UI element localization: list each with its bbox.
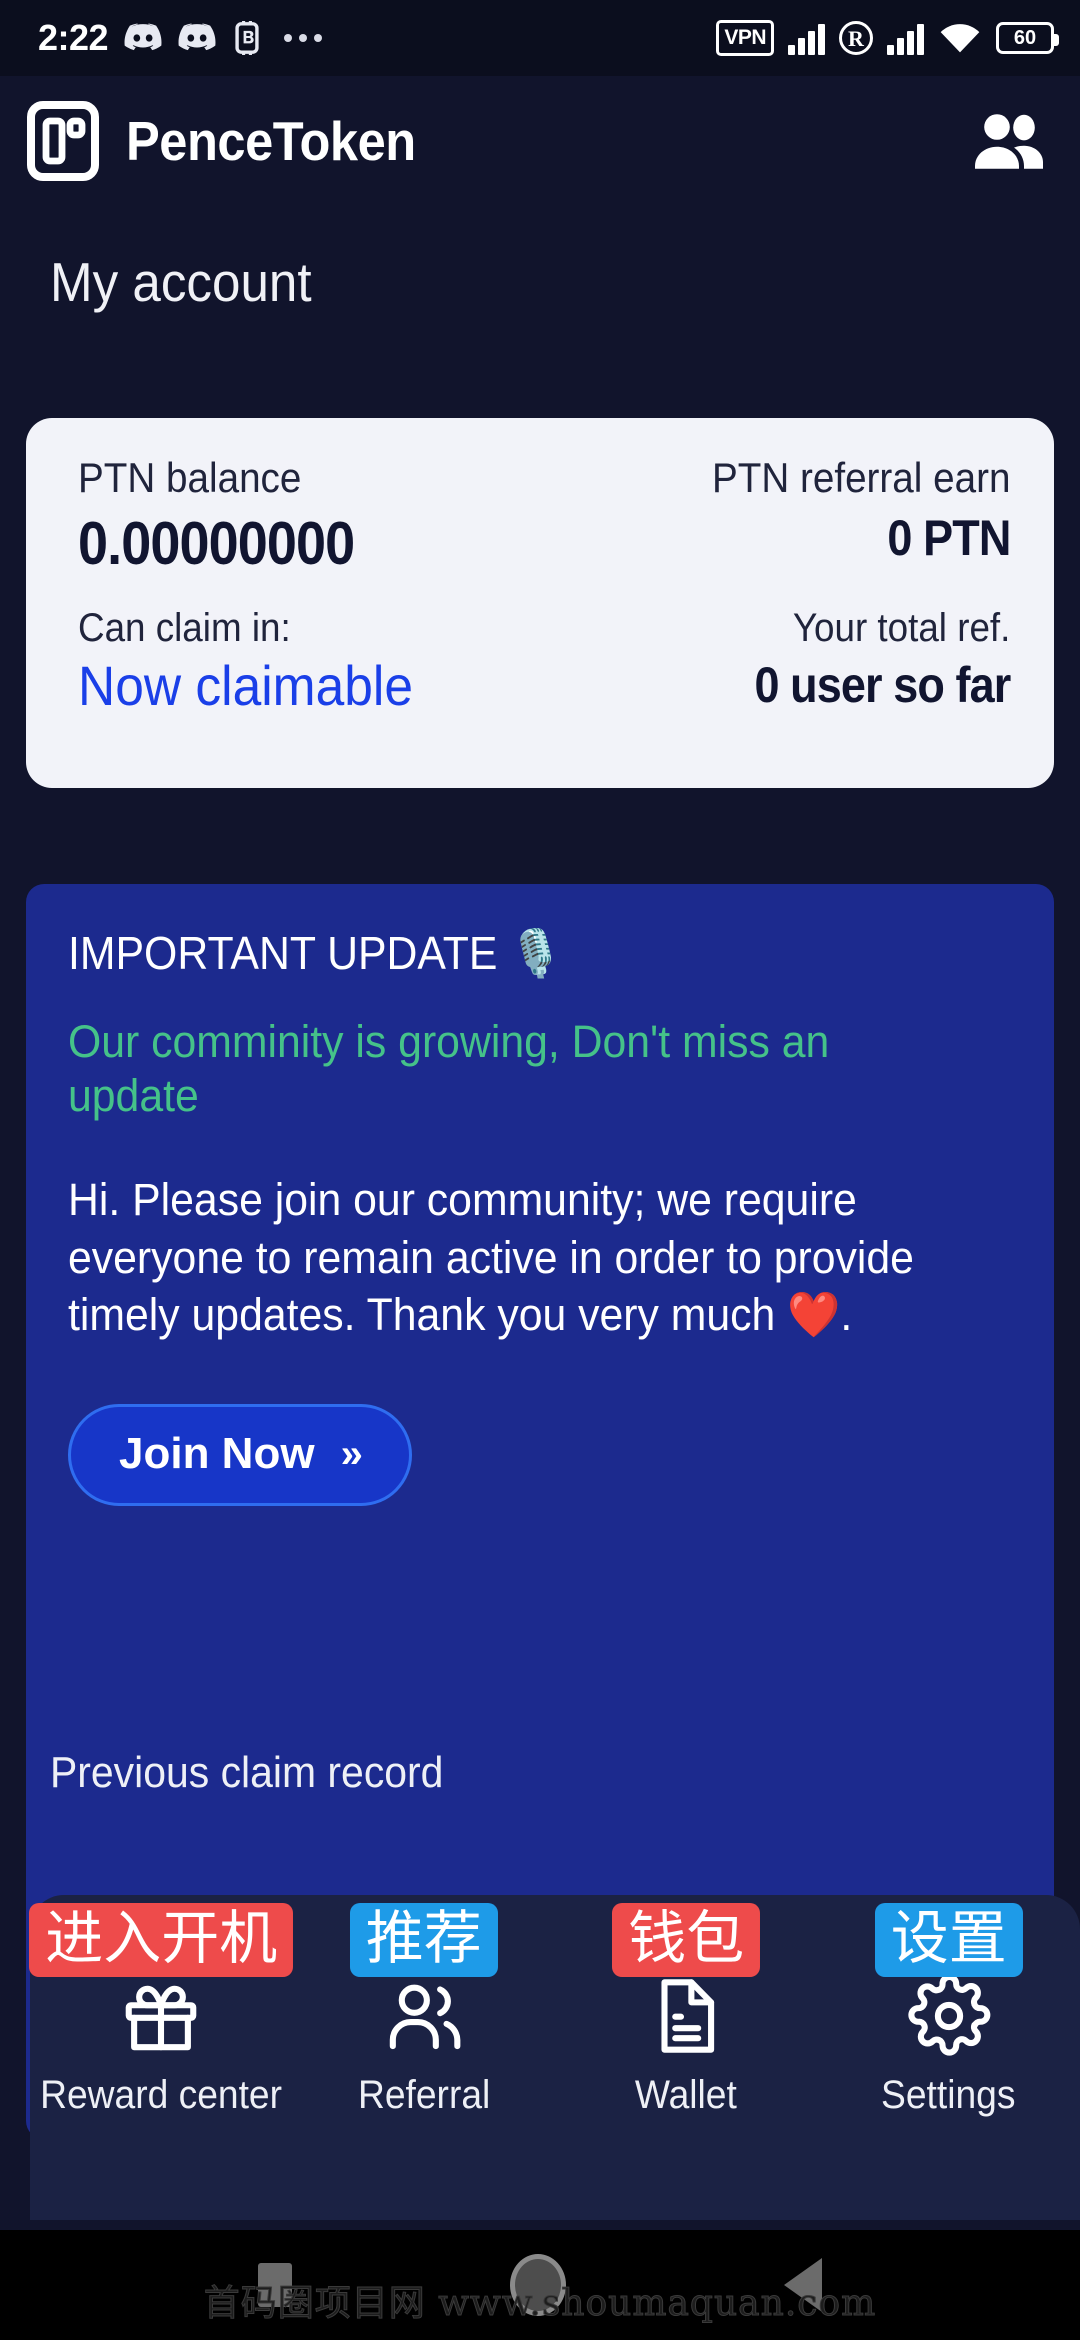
- status-bar-left: 2:22: [38, 17, 323, 59]
- people-group-icon[interactable]: [970, 112, 1044, 170]
- signal-bars-icon: [887, 21, 924, 55]
- gift-icon: [118, 1973, 204, 2059]
- app-header: PenceToken: [0, 76, 1080, 206]
- phone-screen: 2:22 VPN R 60 PenceToken My account PTN …: [0, 0, 1080, 2340]
- chevron-double-right-icon: »: [340, 1431, 363, 1476]
- bitcoin-icon: [235, 21, 259, 55]
- status-bar: 2:22 VPN R 60: [0, 0, 1080, 76]
- update-body-text: Hi. Please join our community; we requir…: [68, 1174, 914, 1341]
- vpn-badge-icon: VPN: [716, 20, 774, 56]
- nav-badge-reward-center: 进入开机: [29, 1903, 294, 1977]
- roaming-icon: R: [839, 21, 873, 55]
- ptn-referral-earn-value: 0 PTN: [886, 510, 1011, 567]
- android-system-nav-bar: [0, 2230, 1080, 2340]
- more-notifications-ellipsis-icon: [284, 34, 323, 42]
- ptn-balance-label: PTN balance: [78, 454, 302, 501]
- join-now-button[interactable]: Join Now »: [68, 1403, 412, 1506]
- ptn-referral-earn-label: PTN referral earn: [711, 454, 1010, 501]
- total-ref-block: Your total ref. 0 user so far: [726, 605, 1011, 714]
- gear-icon: [906, 1973, 992, 2059]
- discord-icon: [178, 23, 216, 51]
- balance-row-top: PTN balance 0.00000000 PTN referral earn…: [78, 454, 1011, 577]
- claim-state[interactable]: Now claimable: [78, 655, 413, 717]
- signal-bars-icon: [788, 21, 825, 55]
- status-bar-right: VPN R 60: [716, 20, 1059, 56]
- nav-badge-referral: 推荐: [349, 1903, 498, 1977]
- pencetoken-logo-icon: [27, 101, 99, 181]
- people-icon: [381, 1973, 467, 2059]
- square-recents-icon[interactable]: [258, 2263, 292, 2307]
- battery-icon: 60: [996, 22, 1059, 54]
- circle-home-icon[interactable]: [510, 2254, 566, 2316]
- nav-item-referral[interactable]: 推荐 Referral: [298, 1901, 550, 2118]
- nav-badge-wallet: 钱包: [612, 1903, 761, 1977]
- join-now-label: Join Now: [119, 1428, 315, 1478]
- ptn-balance-value: 0.00000000: [78, 510, 355, 578]
- battery-level: 60: [1013, 27, 1037, 49]
- wifi-icon: [940, 24, 980, 53]
- balance-row-bottom: Can claim in: Now claimable Your total r…: [78, 605, 1011, 717]
- ptn-balance-block: PTN balance 0.00000000: [78, 454, 385, 577]
- brand[interactable]: PenceToken: [26, 100, 441, 182]
- nav-badge-settings: 设置: [874, 1903, 1023, 1977]
- brand-name: PenceToken: [126, 110, 416, 172]
- total-ref-label: Your total ref.: [792, 606, 1010, 651]
- claim-block: Can claim in: Now claimable: [78, 605, 442, 717]
- update-subtitle: Our comminity is growing, Don't miss an …: [68, 1016, 830, 1121]
- total-ref-value: 0 user so far: [754, 657, 1011, 714]
- bottom-navigation-bar: 进入开机 Reward center 推荐 Referral 钱包 Wallet…: [29, 1895, 1080, 2220]
- nav-item-reward-center[interactable]: 进入开机 Reward center: [29, 1901, 294, 2118]
- triangle-back-icon[interactable]: [784, 2258, 822, 2312]
- claim-label: Can claim in:: [78, 606, 291, 651]
- nav-item-settings[interactable]: 设置 Settings: [823, 1901, 1075, 2118]
- status-clock: 2:22: [38, 17, 109, 58]
- nav-item-wallet[interactable]: 钱包 Wallet: [560, 1901, 812, 2118]
- nav-label-reward-center: Reward center: [40, 2073, 283, 2117]
- discord-icon: [124, 23, 162, 51]
- nav-label-wallet: Wallet: [635, 2073, 738, 2117]
- page-title: My account: [50, 251, 312, 313]
- nav-label-settings: Settings: [881, 2073, 1016, 2117]
- ptn-referral-earn-block: PTN referral earn 0 PTN: [686, 454, 1011, 567]
- nav-label-referral: Referral: [357, 2073, 490, 2117]
- balance-card: PTN balance 0.00000000 PTN referral earn…: [26, 418, 1054, 788]
- document-icon: [643, 1973, 729, 2059]
- update-title: IMPORTANT UPDATE 🎙️: [68, 927, 563, 979]
- previous-claim-record-label: Previous claim record: [50, 1748, 444, 1797]
